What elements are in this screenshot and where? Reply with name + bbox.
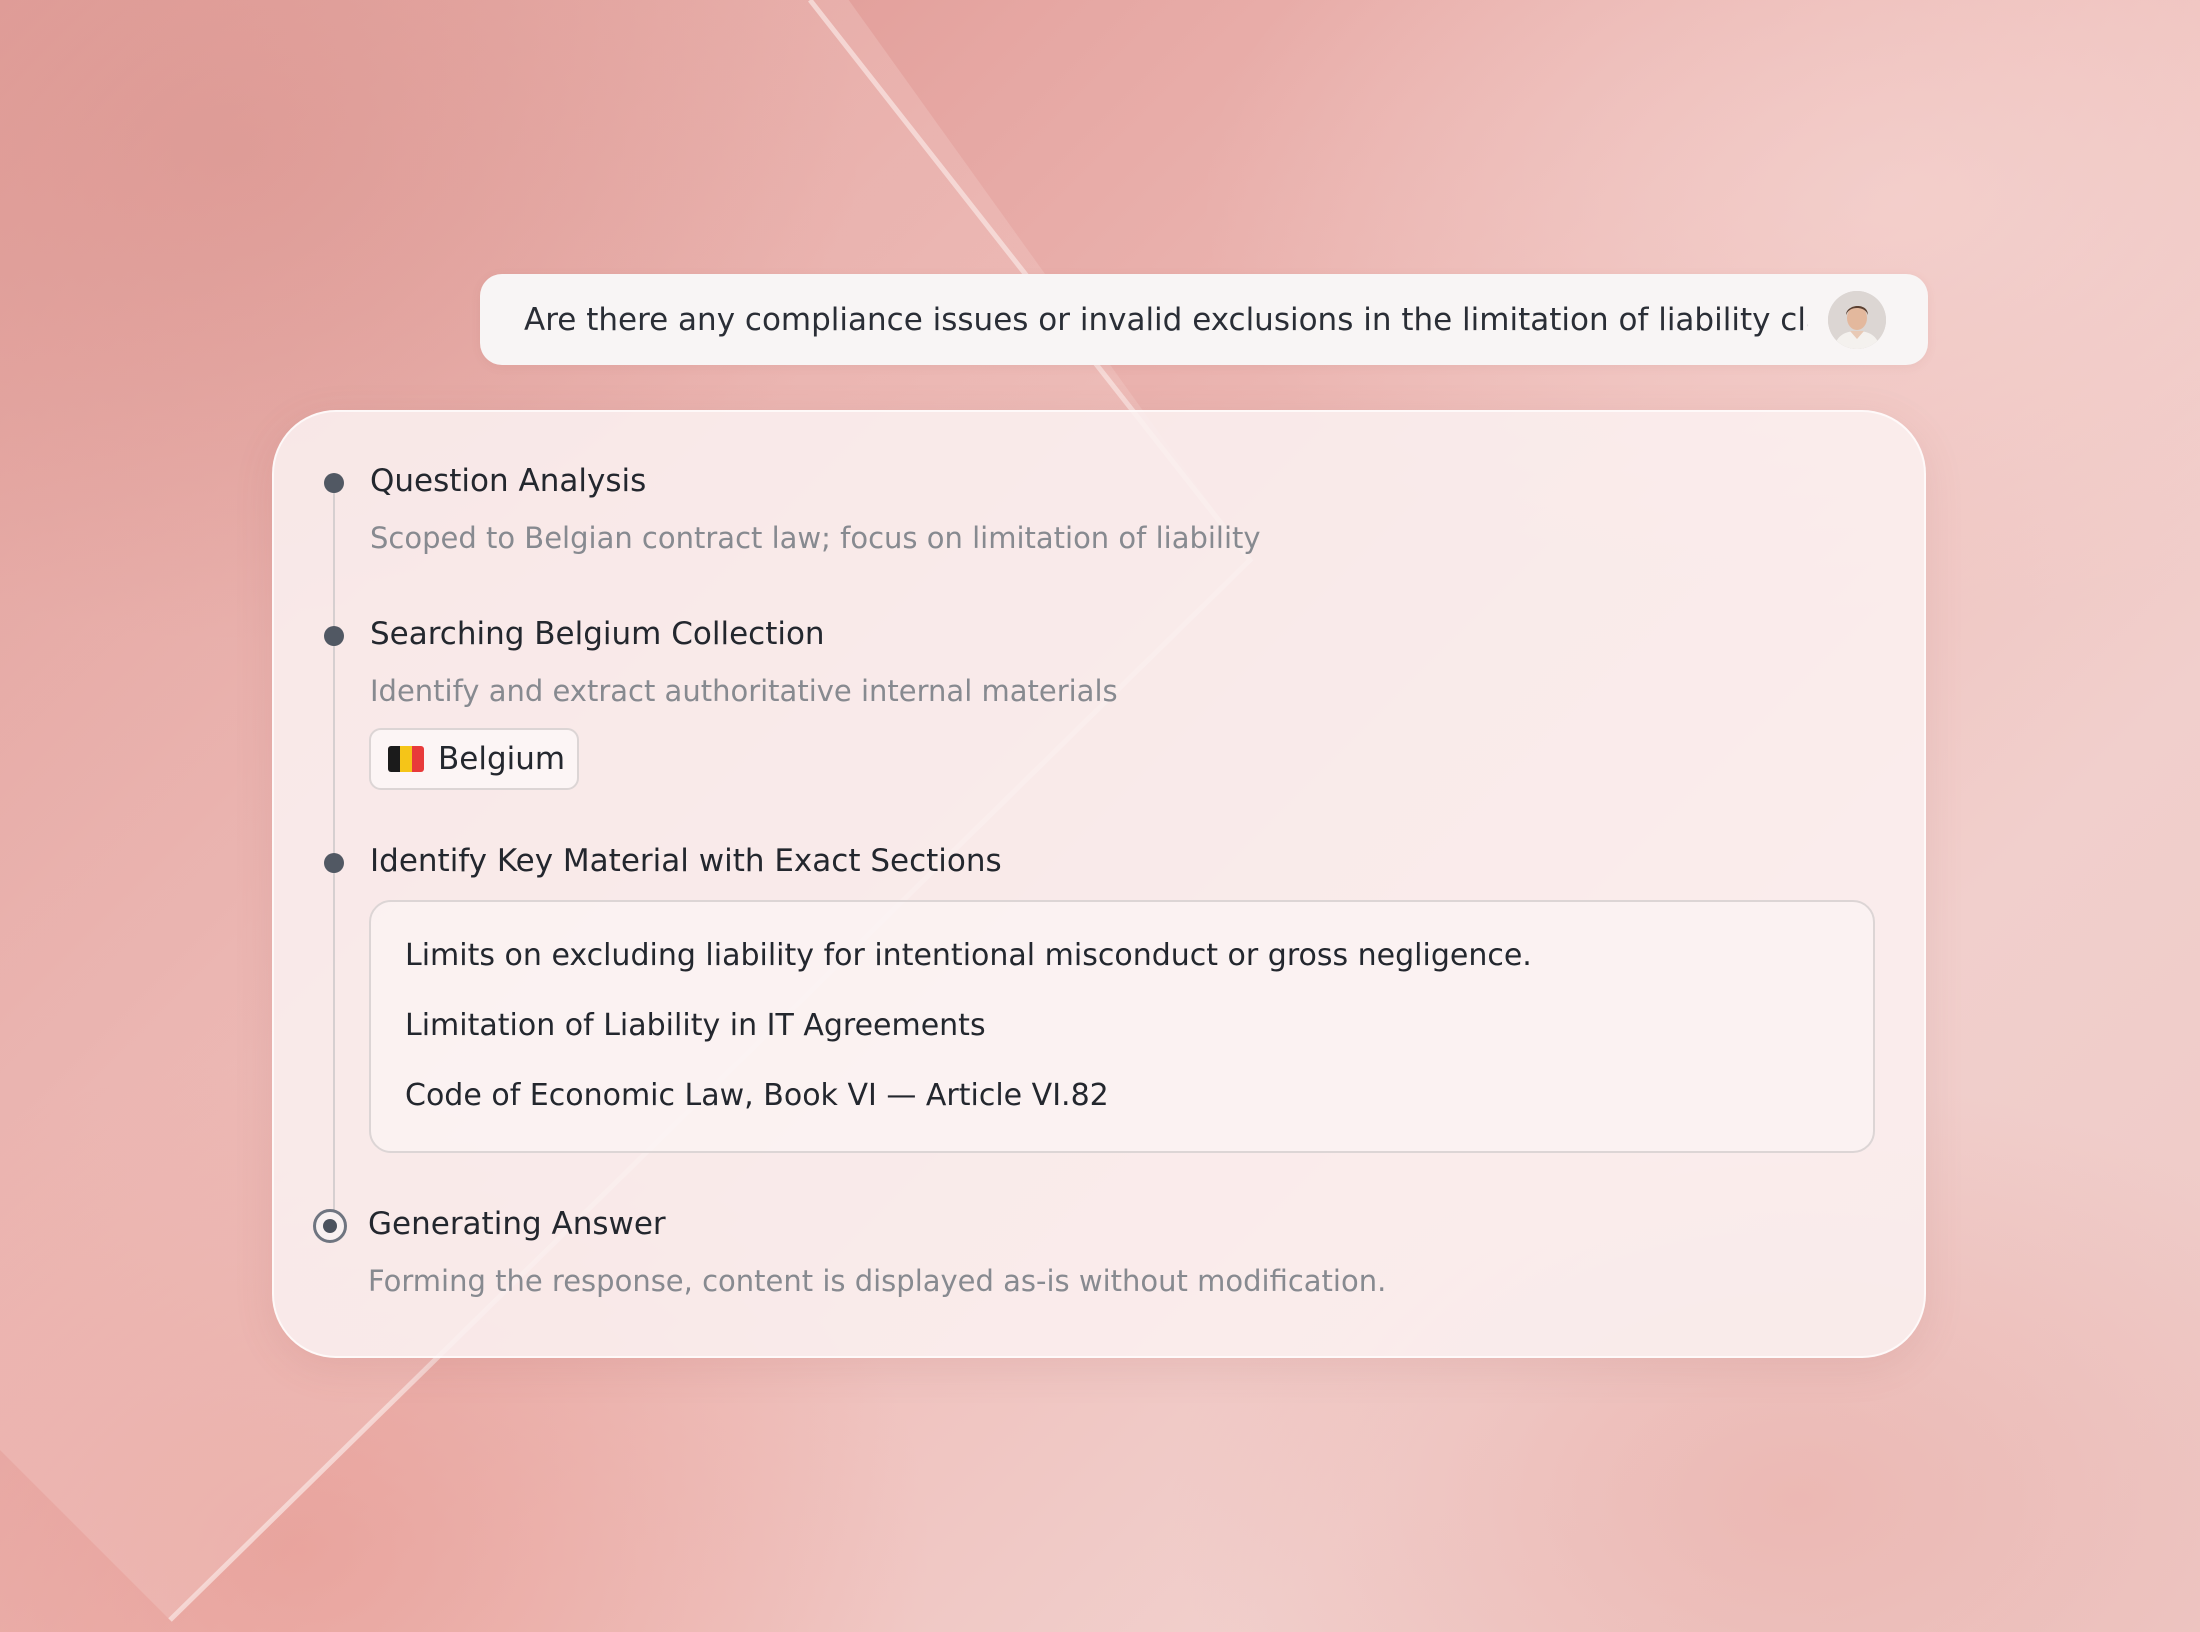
step-done-dot: [324, 473, 344, 493]
belgium-flag-icon: [388, 746, 424, 772]
step-title-identify-key-material: Identify Key Material with Exact Section…: [370, 843, 1002, 879]
step-title-searching-collection: Searching Belgium Collection: [370, 616, 825, 652]
chip-label: Belgium: [438, 741, 566, 777]
step-subtitle-question-analysis: Scoped to Belgian contract law; focus on…: [370, 521, 1261, 555]
flag-stripe-yellow: [400, 746, 412, 772]
step-done-dot: [324, 626, 344, 646]
key-sections-box: Limits on excluding liability for intent…: [369, 900, 1875, 1153]
user-message-bubble: Are there any compliance issues or inval…: [480, 274, 1928, 365]
section-item[interactable]: Limits on excluding liability for intent…: [405, 938, 1532, 973]
step-subtitle-generating-answer: Forming the response, content is display…: [368, 1264, 1387, 1298]
step-in-progress-indicator: [313, 1209, 347, 1243]
section-item[interactable]: Code of Economic Law, Book VI — Article …: [405, 1078, 1109, 1113]
flag-stripe-black: [388, 746, 400, 772]
step-done-dot: [324, 853, 344, 873]
in-progress-dot: [323, 1219, 337, 1233]
flag-stripe-red: [412, 746, 424, 772]
collection-chip-belgium[interactable]: Belgium: [369, 728, 579, 790]
step-title-generating-answer: Generating Answer: [368, 1206, 666, 1242]
step-subtitle-searching-collection: Identify and extract authoritative inter…: [370, 674, 1118, 708]
step-title-question-analysis: Question Analysis: [370, 463, 647, 499]
user-message-text: Are there any compliance issues or inval…: [524, 301, 1808, 338]
section-item[interactable]: Limitation of Liability in IT Agreements: [405, 1008, 986, 1043]
user-avatar[interactable]: [1828, 290, 1886, 349]
